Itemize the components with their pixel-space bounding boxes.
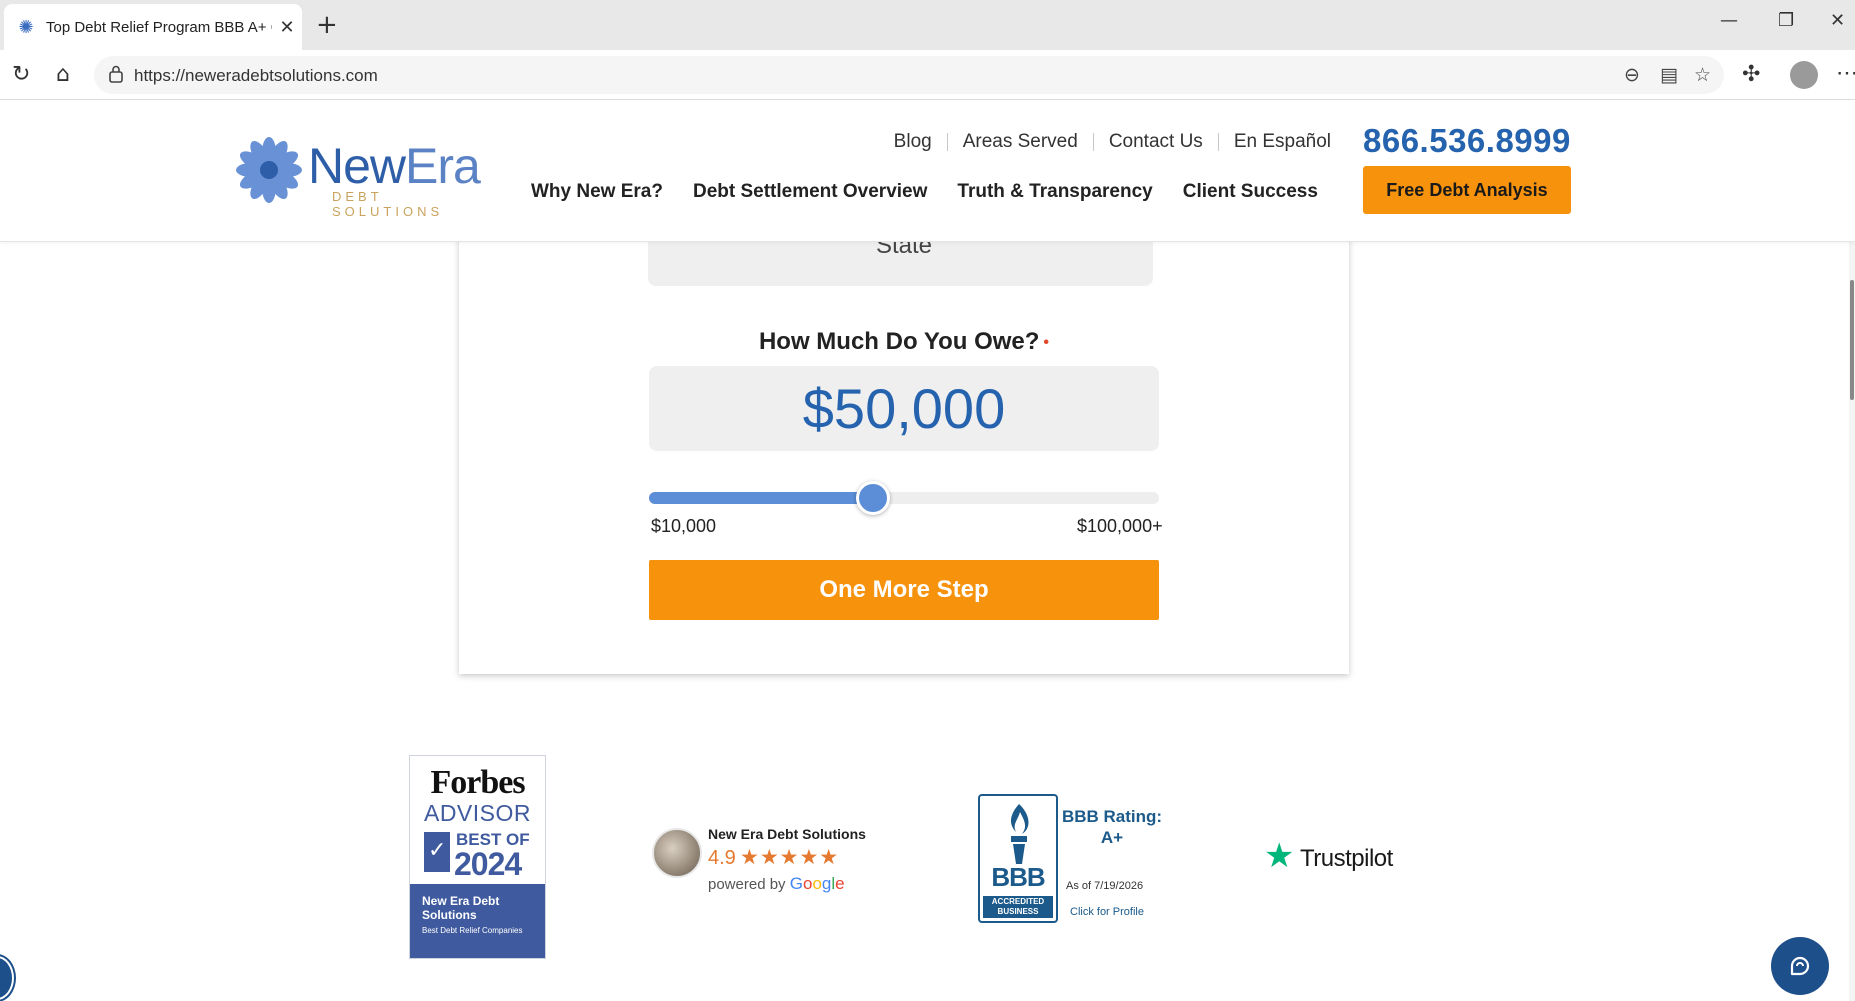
business-avatar [652,828,702,878]
slider-fill [649,492,874,504]
more-icon[interactable]: ⋯ [1836,60,1855,86]
bbb-letters: BBB [991,862,1045,892]
owe-question: How Much Do You Owe? • [459,328,1349,356]
free-debt-analysis-button[interactable]: Free Debt Analysis [1363,166,1571,214]
chat-icon [1790,956,1810,976]
required-mark: • [1043,333,1050,351]
address-bar: ↻ ⌂ https://neweradebtsolutions.com ⊖ ▤ … [0,50,1855,100]
zoom-out-icon[interactable]: ⊖ [1624,64,1640,86]
accessibility-icon[interactable] [0,956,14,1000]
chat-button[interactable] [1771,937,1829,995]
nav-link-areas-served[interactable]: Areas Served [963,131,1078,153]
tab-favicon-icon: ✺ [18,17,34,37]
one-more-step-button[interactable]: One More Step [649,560,1159,620]
google-reviews-badge[interactable]: New Era Debt Solutions 4.9 ★★★★★ powered… [652,826,872,896]
browser-tab[interactable]: ✺ Top Debt Relief Program BBB A+ C ✕ [4,4,302,50]
logo-era-text: Era [405,138,481,194]
main-nav: Why New Era? Debt Settlement Overview Tr… [531,181,1348,203]
trustpilot-star-icon: ★ [1264,836,1295,876]
slider-max-label: $100,000+ [1077,516,1163,536]
minimize-icon[interactable]: — [1720,10,1738,31]
forbes-category: Best Debt Relief Companies [422,926,523,935]
bbb-accredited: ACCREDITED BUSINESS [983,896,1053,918]
nav-link-blog[interactable]: Blog [894,131,932,153]
bbb-seal: BBB ACCREDITED BUSINESS [978,794,1058,923]
logo-new-text: New [308,138,406,194]
nav-link-contact-us[interactable]: Contact Us [1109,131,1203,153]
divider [1217,133,1219,151]
forbes-footer: New Era Debt Solutions Best Debt Relief … [410,884,545,958]
phone-number[interactable]: 866.536.8999 [1363,122,1571,160]
bbb-as-of: As of 7/19/2026 [1066,880,1144,892]
google-business-name: New Era Debt Solutions [708,826,866,842]
forbes-advisor-badge[interactable]: Forbes ADVISOR ✓ BEST OF 2024 New Era De… [409,755,546,959]
amount-display[interactable]: $50,000 [649,366,1159,451]
close-icon[interactable]: ✕ [276,17,298,38]
reload-icon[interactable]: ↻ [12,62,30,87]
check-icon: ✓ [428,838,447,863]
plus-icon[interactable]: + [316,10,338,40]
amount-value: $50,000 [802,377,1006,440]
google-powered-by: powered by Google [708,874,845,894]
browser-tab-bar: ✺ Top Debt Relief Program BBB A+ C ✕ + —… [0,0,1855,50]
lock-icon [109,65,123,83]
divider [946,133,948,151]
window-close-icon[interactable]: ✕ [1830,10,1845,31]
forbes-brand: Forbes [430,764,525,801]
logo-subtitle: DEBT SOLUTIONS [332,189,444,219]
bbb-click-profile[interactable]: Click for Profile [1070,906,1144,918]
forbes-ribbon-icon: ✓ [424,832,450,872]
slider-thumb[interactable] [856,481,891,515]
favorite-icon[interactable]: ☆ [1694,64,1711,86]
scrollbar-thumb[interactable] [1850,280,1854,400]
forbes-year: 2024 [454,846,522,882]
url-field[interactable]: https://neweradebtsolutions.com ⊖ ▤ ☆ [94,56,1724,94]
home-icon[interactable]: ⌂ [56,62,70,87]
nav-truth-transparency[interactable]: Truth & Transparency [957,181,1152,203]
url-text: https://neweradebtsolutions.com [134,66,378,85]
bbb-badge[interactable]: BBB ACCREDITED BUSINESS BBB Rating: A+ A… [978,794,1168,924]
forbes-company: New Era Debt Solutions [422,894,500,922]
star-rating-icon: ★★★★★ [740,845,840,869]
google-logo: Google [789,874,845,893]
nav-debt-settlement-overview[interactable]: Debt Settlement Overview [693,181,927,203]
debt-amount-slider[interactable] [649,481,1159,515]
utility-nav: Blog Areas Served Contact Us En Español [894,131,1331,153]
reader-icon[interactable]: ▤ [1660,64,1678,86]
powered-by-text: powered by [708,876,786,893]
debt-form-card: State How Much Do You Owe? • $50,000 $10,… [459,180,1349,674]
flower-logo-icon [236,137,302,203]
bbb-rating: BBB Rating: A+ [1061,807,1163,847]
torch-icon [1010,804,1029,864]
restore-icon[interactable]: ❐ [1778,10,1794,31]
divider [1092,133,1094,151]
google-score: 4.9 [708,847,736,869]
profile-icon[interactable] [1790,61,1818,89]
slider-min-label: $10,000 [651,516,717,536]
site-logo[interactable]: NewEra DEBT SOLUTIONS [236,137,486,219]
forbes-advisor-text: ADVISOR [423,800,532,826]
logo-wordmark: NewEra [308,137,481,195]
trustpilot-name: Trustpilot [1300,845,1393,872]
nav-client-success[interactable]: Client Success [1183,181,1318,203]
nav-link-en-espanol[interactable]: En Español [1234,131,1331,153]
trustpilot-badge[interactable]: ★ Trustpilot [1264,839,1414,879]
tab-title: Top Debt Relief Program BBB A+ C [46,18,272,36]
owe-label-text: How Much Do You Owe? [758,328,1040,355]
extensions-icon[interactable]: ✣ [1742,62,1760,87]
site-header: NewEra DEBT SOLUTIONS Blog Areas Served … [0,101,1855,242]
nav-why-new-era[interactable]: Why New Era? [531,181,663,203]
